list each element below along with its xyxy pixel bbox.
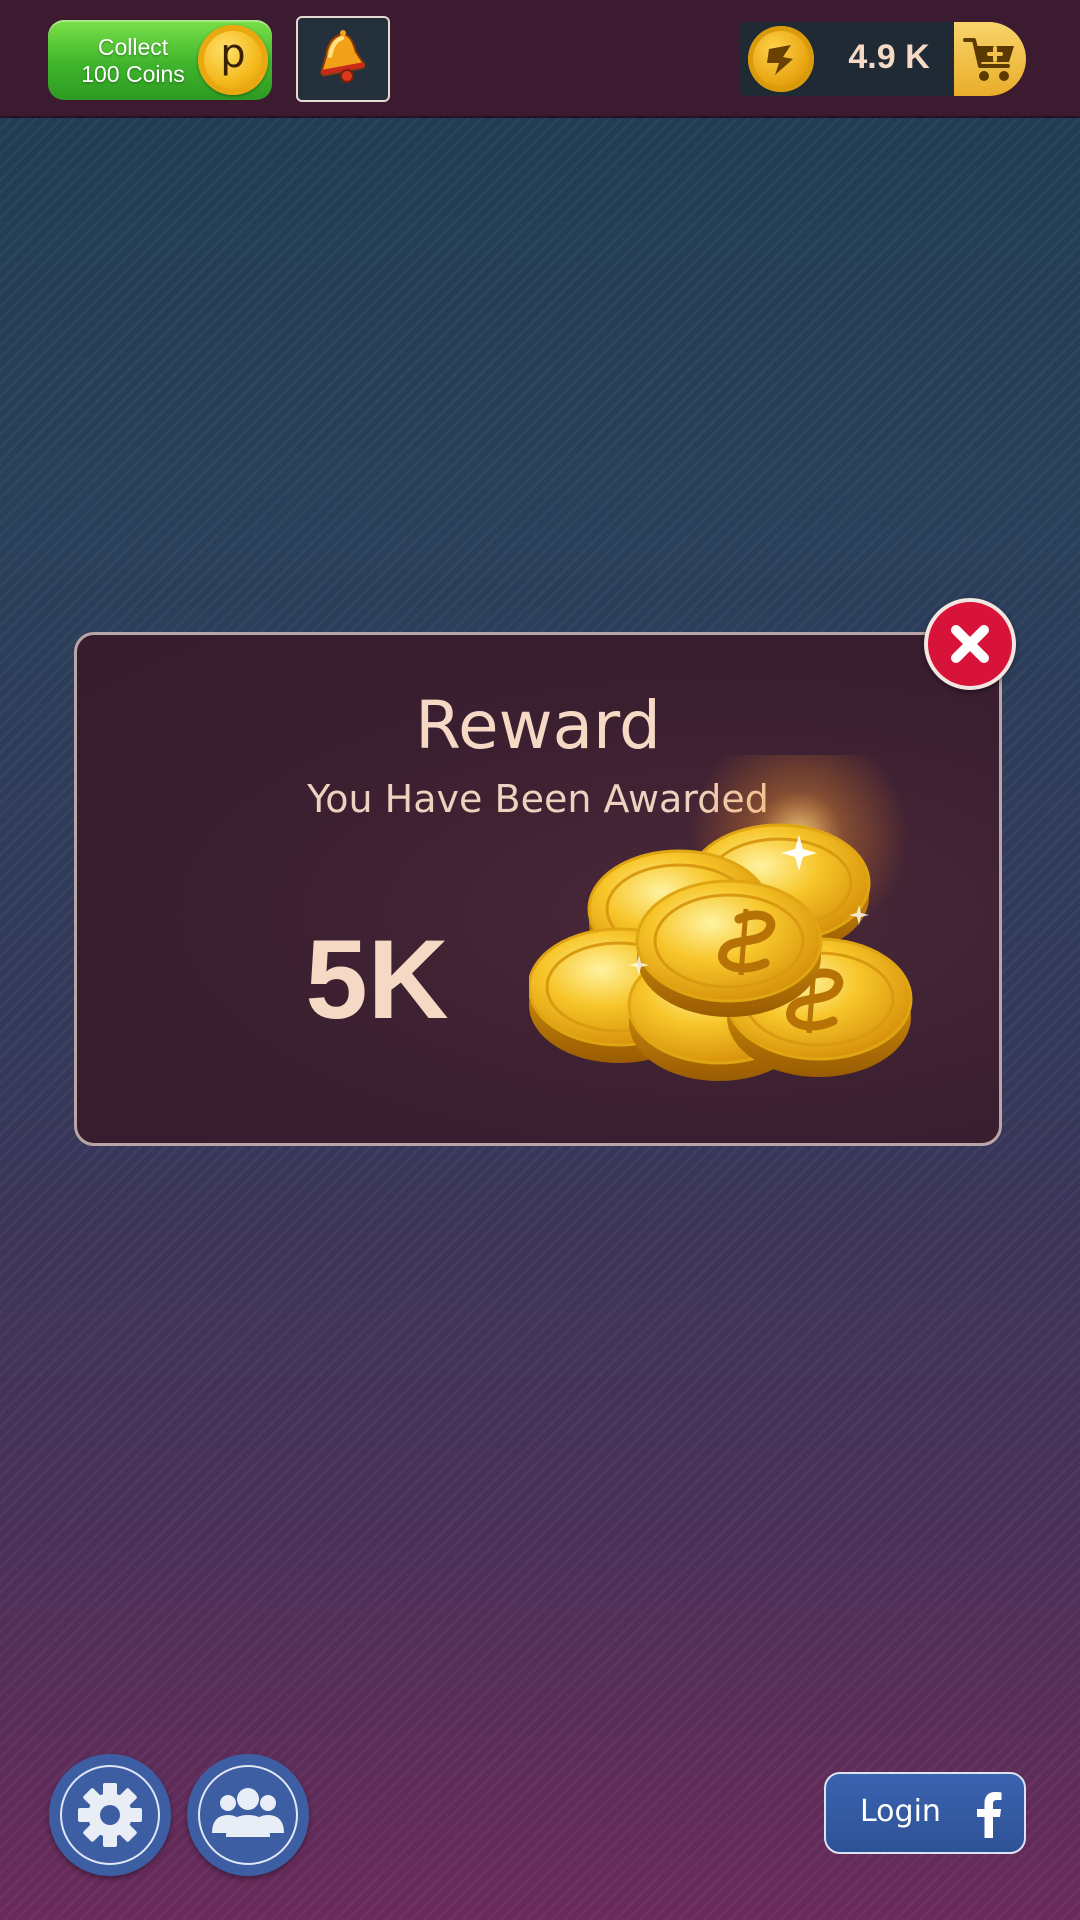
reward-dialog: Reward You Have Been Awarded 5K — [74, 632, 1002, 1146]
users-icon — [212, 1788, 284, 1837]
p-coin-icon: p — [198, 25, 268, 95]
collect-label-line2: 100 Coins — [81, 61, 185, 87]
close-reward-button[interactable] — [924, 598, 1016, 690]
coin-balance: 4.9 K — [740, 22, 958, 96]
facebook-icon — [977, 1792, 1002, 1838]
game-screen: Collect 100 Coins p 4.9 K Reward You Hav… — [0, 0, 1080, 1920]
shop-button[interactable] — [954, 22, 1026, 96]
bell-icon — [320, 30, 366, 83]
reward-amount: 5K — [305, 917, 449, 1042]
collect-coins-label: Collect 100 Coins — [58, 34, 208, 88]
settings-button[interactable] — [49, 1754, 171, 1876]
facebook-login-button[interactable]: Login — [824, 1772, 1026, 1854]
p-coin-letter: p — [220, 31, 246, 77]
notifications-button[interactable] — [296, 16, 390, 102]
friends-button[interactable] — [187, 1754, 309, 1876]
collect-label-line1: Collect — [97, 34, 169, 60]
gear-icon — [78, 1783, 142, 1847]
coin-balance-value: 4.9 K — [848, 38, 930, 76]
collect-coins-button[interactable]: Collect 100 Coins p — [48, 20, 272, 100]
coin-icon — [748, 26, 814, 92]
close-icon — [951, 625, 989, 663]
reward-title: Reward — [415, 687, 661, 764]
login-label: Login — [860, 1794, 941, 1829]
cart-plus-icon — [963, 38, 1014, 81]
coin-pile-icon — [529, 755, 913, 1081]
top-bar: Collect 100 Coins p 4.9 K — [0, 0, 1080, 118]
